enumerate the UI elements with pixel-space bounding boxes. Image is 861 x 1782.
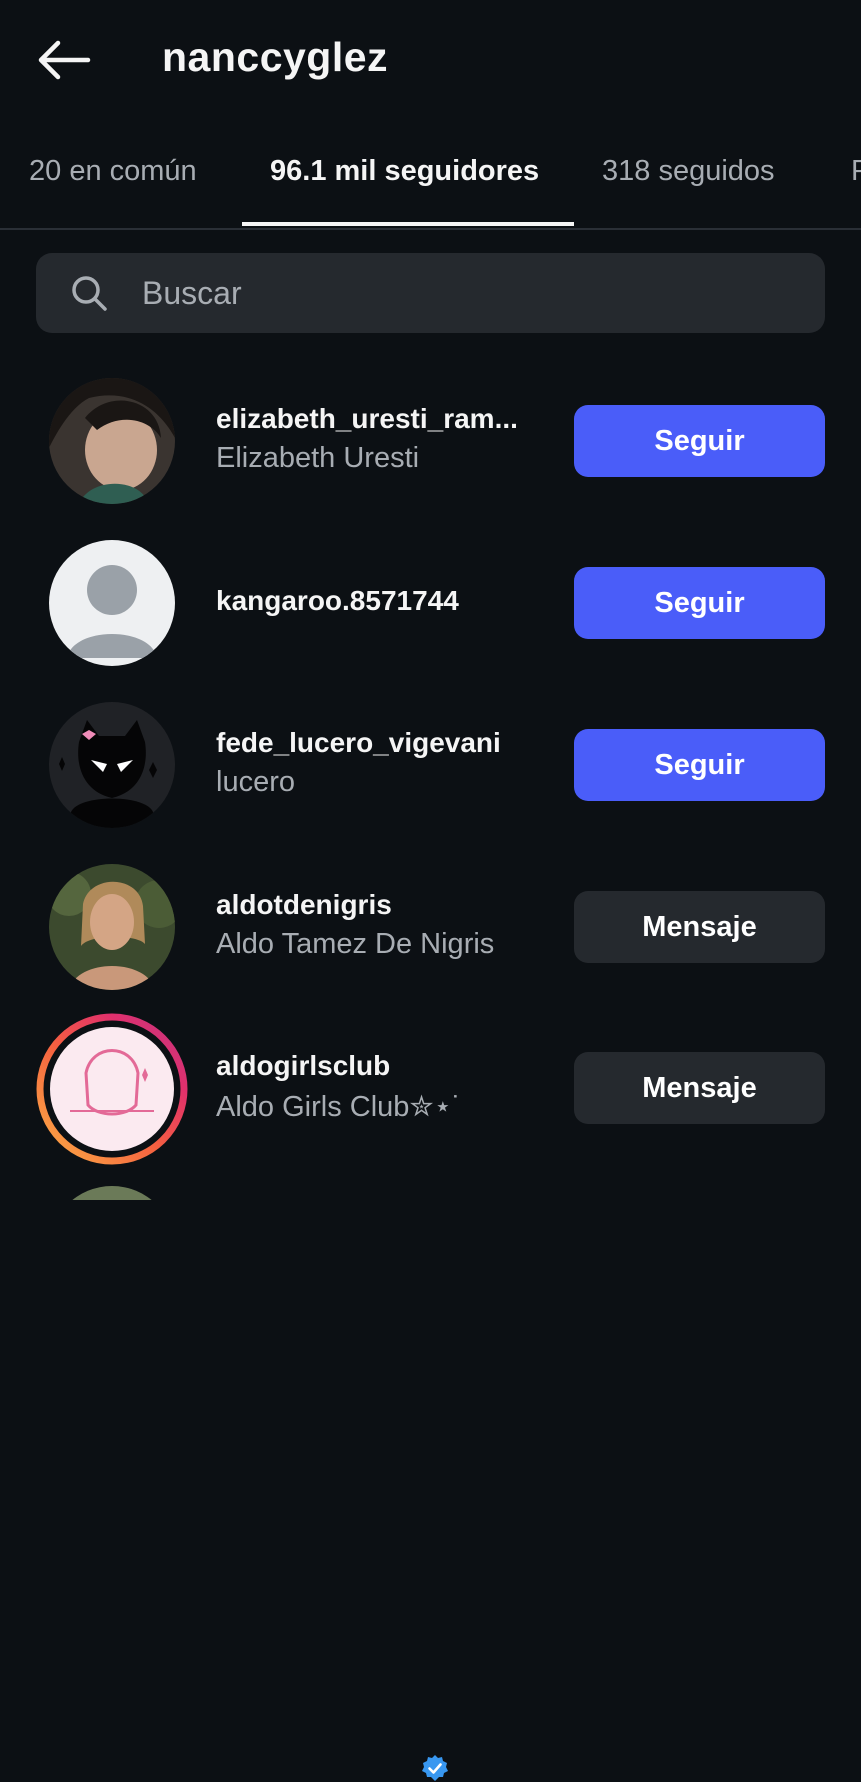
tab-followers[interactable]: 96.1 mil seguidores — [270, 155, 539, 188]
follower-row[interactable]: fede_lucero_vigevani lucero Seguir — [0, 702, 861, 864]
avatar[interactable] — [49, 864, 175, 990]
tab-bar: 20 en común 96.1 mil seguidores 318 segu… — [0, 140, 861, 230]
page-title: nanccyglez — [162, 34, 389, 80]
full-name: lucero — [216, 766, 295, 798]
tab-following[interactable]: 318 seguidos — [602, 155, 775, 188]
search-box[interactable] — [36, 253, 825, 333]
follower-row[interactable]: aldogirlsclub Aldo Girls Club✮⋆˙ Mensaje — [0, 1013, 861, 1175]
username[interactable]: aldogirlsclub — [216, 1050, 390, 1082]
avatar[interactable] — [49, 702, 175, 828]
message-button[interactable]: Mensaje — [574, 891, 825, 963]
search-icon — [72, 276, 107, 311]
tab-in-common[interactable]: 20 en común — [29, 155, 197, 188]
default-avatar-icon — [49, 540, 175, 666]
username[interactable]: elizabeth_uresti_ram... — [216, 403, 518, 435]
avatar-partial — [49, 1186, 175, 1200]
search-input[interactable] — [142, 253, 802, 333]
tab-partial[interactable]: P — [851, 155, 861, 188]
username[interactable]: aldotdenigris — [216, 889, 392, 921]
story-ring[interactable] — [36, 1013, 188, 1165]
username[interactable]: fede_lucero_vigevani — [216, 727, 501, 759]
username[interactable]: kangaroo.8571744 — [216, 585, 459, 617]
follow-button[interactable]: Seguir — [574, 567, 825, 639]
follower-row[interactable]: elizabeth_uresti_ram... Elizabeth Uresti… — [0, 378, 861, 540]
follower-row[interactable]: aldotdenigris Aldo Tamez De Nigris Mensa… — [0, 864, 861, 1781]
follow-button[interactable]: Seguir — [574, 405, 825, 477]
follower-row[interactable]: kangaroo.8571744 Seguir — [0, 540, 861, 702]
follow-button[interactable]: Seguir — [574, 729, 825, 801]
avatar[interactable] — [49, 540, 175, 666]
top-bar: nanccyglez — [0, 0, 861, 118]
message-button[interactable]: Mensaje — [574, 1052, 825, 1124]
back-button[interactable] — [36, 38, 92, 82]
full-name: Aldo Tamez De Nigris — [216, 928, 495, 960]
full-name: Aldo Girls Club✮⋆˙ — [216, 1091, 462, 1123]
active-tab-indicator — [242, 222, 574, 226]
arrow-left-icon — [38, 40, 91, 80]
verified-badge-icon — [422, 1755, 448, 1781]
full-name: Elizabeth Uresti — [216, 442, 420, 474]
avatar[interactable] — [49, 378, 175, 504]
